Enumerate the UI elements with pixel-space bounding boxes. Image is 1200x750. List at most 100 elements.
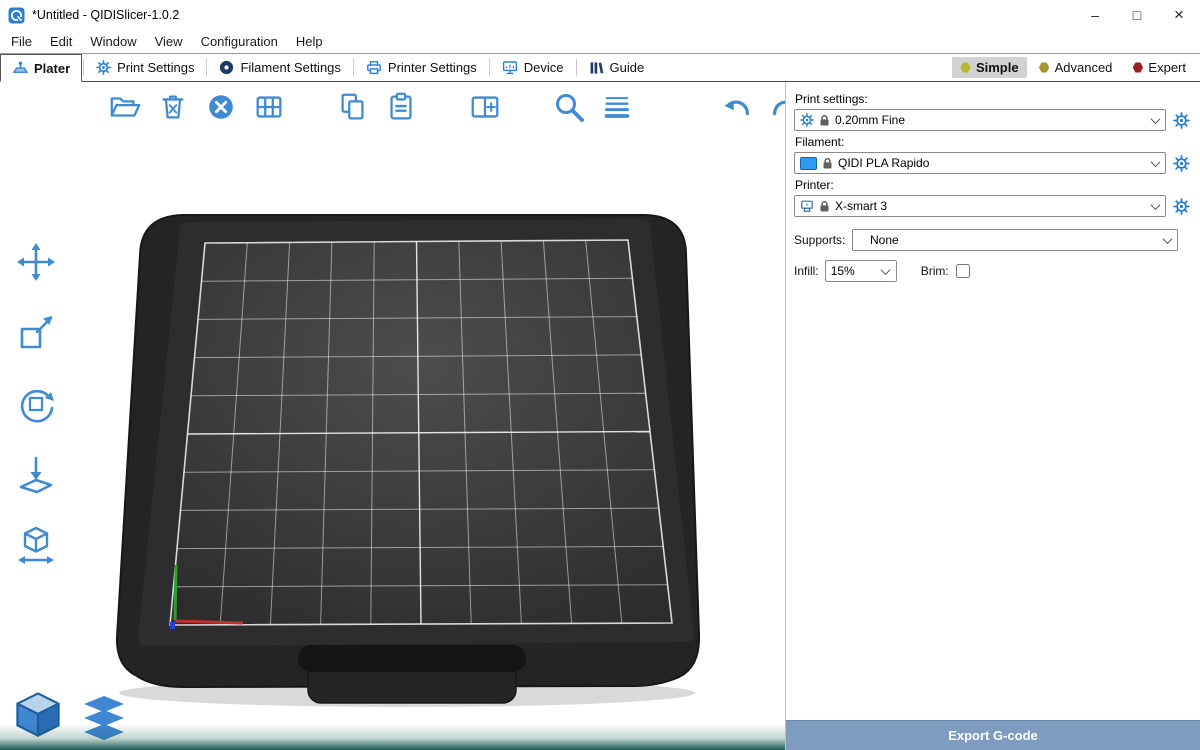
tab-bar: Plater Print Settings Filament Settings …	[0, 53, 1200, 82]
app-logo-icon	[8, 7, 25, 24]
menu-configuration[interactable]: Configuration	[192, 31, 287, 52]
sidebar: Print settings: 0.20mm Fine Filament: QI…	[785, 82, 1200, 750]
arrange-icon[interactable]	[250, 88, 288, 126]
infill-value: 15%	[831, 264, 873, 278]
move-tool-icon[interactable]	[12, 238, 60, 286]
tab-label: Printer Settings	[388, 60, 477, 75]
menu-view[interactable]: View	[146, 31, 192, 52]
maximize-button[interactable]: □	[1116, 0, 1158, 30]
copy-icon[interactable]	[334, 88, 372, 126]
tab-label: Guide	[610, 60, 645, 75]
tab-label: Print Settings	[117, 60, 194, 75]
tab-plater[interactable]: Plater	[0, 54, 82, 82]
tab-separator	[206, 59, 207, 76]
menu-window[interactable]: Window	[81, 31, 145, 52]
printer-label: Printer:	[795, 178, 1190, 192]
tab-label: Plater	[34, 61, 70, 76]
window-title: *Untitled - QIDISlicer-1.0.2	[32, 8, 179, 22]
3d-viewport[interactable]	[0, 82, 785, 750]
variable-layer-height-icon[interactable]	[598, 88, 636, 126]
window-controls: – □ ×	[1074, 0, 1200, 30]
mode-expert[interactable]: Expert	[1124, 57, 1194, 78]
mode-label: Simple	[976, 60, 1019, 75]
tab-guide[interactable]: Guide	[578, 54, 656, 81]
scale-tool-icon[interactable]	[12, 309, 60, 357]
tab-separator	[353, 59, 354, 76]
supports-combo[interactable]: None	[852, 229, 1178, 251]
print-settings-label: Print settings:	[795, 92, 1190, 106]
printer-gear-button[interactable]	[1173, 198, 1190, 215]
rotate-tool-icon[interactable]	[12, 380, 60, 428]
undo-icon[interactable]	[718, 88, 756, 126]
chevron-down-icon	[1147, 110, 1163, 130]
simple-mode-icon	[960, 62, 971, 73]
split-objects-icon[interactable]	[466, 88, 504, 126]
tab-separator	[83, 59, 84, 76]
tab-label: Filament Settings	[240, 60, 340, 75]
tab-print-settings[interactable]: Print Settings	[85, 54, 205, 81]
export-gcode-button[interactable]: Export G-code	[786, 720, 1200, 750]
infill-label: Infill:	[794, 264, 819, 278]
filament-value: QIDI PLA Rapido	[838, 156, 1142, 170]
gear-icon	[96, 60, 111, 75]
tab-device[interactable]: Device	[491, 54, 575, 81]
mode-switcher: Simple Advanced Expert	[952, 54, 1200, 81]
mode-advanced[interactable]: Advanced	[1031, 57, 1121, 78]
delete-icon[interactable]	[154, 88, 192, 126]
build-plate-render	[95, 207, 705, 712]
filament-gear-button[interactable]	[1173, 155, 1190, 172]
menu-bar: File Edit Window View Configuration Help	[0, 30, 1200, 53]
brim-checkbox[interactable]	[956, 264, 970, 278]
minimize-button[interactable]: –	[1074, 0, 1116, 30]
filament-combo[interactable]: QIDI PLA Rapido	[794, 152, 1166, 174]
mode-simple[interactable]: Simple	[952, 57, 1027, 78]
lock-icon	[819, 114, 830, 127]
guide-book-icon	[589, 60, 604, 75]
tab-printer-settings[interactable]: Printer Settings	[355, 54, 488, 81]
printer-value: X-smart 3	[835, 199, 1142, 213]
tab-label: Device	[524, 60, 564, 75]
printer-icon	[800, 199, 814, 213]
place-on-face-tool-icon[interactable]	[12, 451, 60, 499]
print-settings-combo[interactable]: 0.20mm Fine	[794, 109, 1166, 131]
chevron-down-icon	[1159, 230, 1175, 250]
print-settings-gear-button[interactable]	[1173, 112, 1190, 129]
search-icon[interactable]	[550, 88, 588, 126]
paste-icon[interactable]	[382, 88, 420, 126]
mode-label: Advanced	[1055, 60, 1113, 75]
printer-combo[interactable]: X-smart 3	[794, 195, 1166, 217]
gear-icon	[800, 113, 814, 127]
viewport-floor-gradient	[0, 724, 785, 750]
filament-color-swatch	[800, 157, 817, 170]
advanced-mode-icon	[1039, 62, 1050, 73]
menu-help[interactable]: Help	[287, 31, 332, 52]
redo-icon[interactable]	[766, 88, 785, 126]
brim-label: Brim:	[921, 264, 949, 278]
infill-combo[interactable]: 15%	[825, 260, 897, 282]
device-monitor-icon	[502, 60, 518, 75]
tab-separator	[576, 59, 577, 76]
menu-file[interactable]: File	[2, 31, 41, 52]
lock-icon	[819, 200, 830, 213]
supports-label: Supports:	[794, 233, 846, 247]
plater-toolbar	[106, 88, 785, 126]
plater-icon	[12, 60, 28, 76]
open-icon[interactable]	[106, 88, 144, 126]
supports-value: None	[858, 233, 1154, 247]
tab-filament-settings[interactable]: Filament Settings	[208, 54, 351, 81]
chevron-down-icon	[1147, 196, 1163, 216]
manipulation-toolbar	[12, 238, 60, 570]
close-button[interactable]: ×	[1158, 0, 1200, 30]
chevron-down-icon	[1147, 153, 1163, 173]
printer-icon	[366, 60, 382, 75]
lock-icon	[822, 157, 833, 170]
tab-separator	[489, 59, 490, 76]
measure-tool-icon[interactable]	[12, 522, 60, 570]
title-bar: *Untitled - QIDISlicer-1.0.2 – □ ×	[0, 0, 1200, 30]
filament-spool-icon	[219, 60, 234, 75]
delete-all-icon[interactable]	[202, 88, 240, 126]
print-settings-value: 0.20mm Fine	[835, 113, 1142, 127]
mode-label: Expert	[1148, 60, 1186, 75]
chevron-down-icon	[878, 261, 894, 281]
menu-edit[interactable]: Edit	[41, 31, 81, 52]
